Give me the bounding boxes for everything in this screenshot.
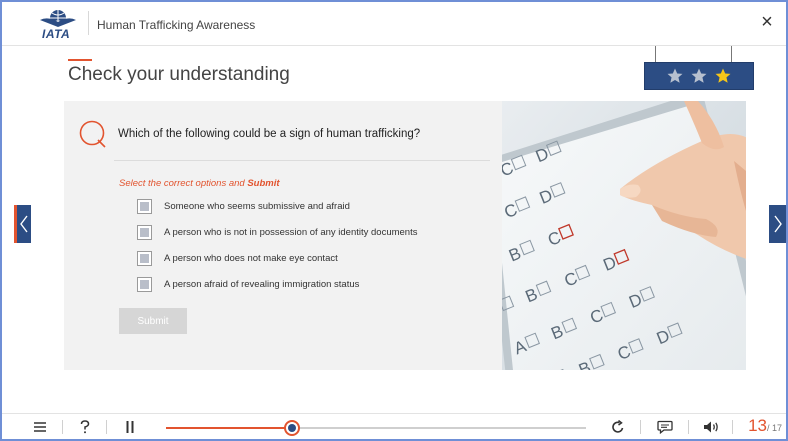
replay-button[interactable] bbox=[610, 418, 626, 436]
menu-icon bbox=[34, 422, 46, 432]
question-panel: Which of the following could be a sign o… bbox=[64, 101, 502, 370]
progress-fill bbox=[166, 427, 292, 429]
footer-divider bbox=[732, 420, 733, 434]
audio-button[interactable] bbox=[702, 418, 722, 436]
volume-icon bbox=[704, 421, 718, 433]
option-checkbox[interactable] bbox=[137, 250, 152, 266]
instruction-emphasis: Submit bbox=[247, 178, 280, 189]
question-divider bbox=[114, 160, 490, 161]
checkbox-fill bbox=[140, 227, 149, 237]
chevron-right-icon bbox=[773, 215, 782, 233]
answer-option[interactable]: Someone who seems submissive and afraid bbox=[137, 198, 350, 214]
iata-logo: IATA bbox=[36, 8, 80, 42]
answer-option[interactable]: A person who does not make eye contact bbox=[137, 250, 338, 266]
close-button[interactable]: × bbox=[758, 12, 776, 32]
checkbox-fill bbox=[140, 253, 149, 263]
page-title: Check your understanding bbox=[68, 64, 290, 85]
title-accent-bar bbox=[68, 59, 92, 61]
instruction-text: Select the correct options and Submit bbox=[119, 178, 280, 189]
menu-button[interactable] bbox=[32, 418, 48, 436]
badge-hanger-right bbox=[731, 46, 732, 62]
help-icon bbox=[80, 420, 90, 434]
pause-icon bbox=[126, 421, 134, 433]
header: IATA Human Trafficking Awareness × bbox=[2, 2, 786, 46]
page-current: 13 bbox=[748, 416, 767, 435]
transcript-button[interactable] bbox=[656, 418, 674, 436]
option-label: A person who does not make eye contact bbox=[164, 252, 338, 264]
checkbox-fill bbox=[140, 201, 149, 211]
page-counter: 13 / 17 bbox=[748, 416, 782, 436]
instruction-prefix: Select the correct options and bbox=[119, 178, 248, 189]
submit-button[interactable]: Submit bbox=[119, 308, 187, 334]
answer-option[interactable]: A person afraid of revealing immigration… bbox=[137, 276, 359, 292]
star-icon bbox=[715, 68, 731, 83]
question-text: Which of the following could be a sign o… bbox=[118, 128, 421, 140]
next-page-button[interactable] bbox=[769, 205, 786, 243]
option-label: Someone who seems submissive and afraid bbox=[164, 200, 350, 212]
header-divider bbox=[88, 11, 89, 35]
answer-sheet-photo: B C D B C D A B C A B C D A B C D A B C … bbox=[502, 101, 746, 370]
answer-option[interactable]: A person who is not in possession of any… bbox=[137, 224, 417, 240]
progress-scrubber[interactable] bbox=[284, 420, 300, 436]
footer-divider bbox=[640, 420, 641, 434]
option-label: A person afraid of revealing immigration… bbox=[164, 278, 360, 290]
page-total: / 17 bbox=[766, 423, 782, 433]
option-label: A person who is not in possession of any… bbox=[164, 226, 418, 238]
chevron-left-icon bbox=[20, 215, 28, 233]
footer-divider bbox=[62, 420, 63, 434]
stars-badge bbox=[644, 62, 754, 90]
star-icon bbox=[691, 68, 707, 83]
replay-icon bbox=[612, 420, 624, 433]
pause-button[interactable] bbox=[124, 418, 136, 436]
question-icon bbox=[78, 119, 108, 149]
scrubber-dot bbox=[288, 424, 296, 432]
badge-hanger-left bbox=[655, 46, 656, 62]
checkbox-fill bbox=[140, 279, 149, 289]
option-checkbox[interactable] bbox=[137, 224, 152, 240]
help-button[interactable] bbox=[78, 418, 92, 436]
footer-toolbar: 13 / 17 bbox=[2, 413, 786, 439]
star-icon bbox=[667, 68, 683, 83]
option-checkbox[interactable] bbox=[137, 198, 152, 214]
transcript-icon bbox=[657, 420, 673, 434]
footer-divider bbox=[106, 420, 107, 434]
footer-divider bbox=[688, 420, 689, 434]
option-checkbox[interactable] bbox=[137, 276, 152, 292]
progress-track[interactable] bbox=[166, 420, 586, 436]
previous-page-button[interactable] bbox=[14, 205, 31, 243]
course-title: Human Trafficking Awareness bbox=[97, 18, 256, 32]
logo-text: IATA bbox=[42, 27, 71, 41]
